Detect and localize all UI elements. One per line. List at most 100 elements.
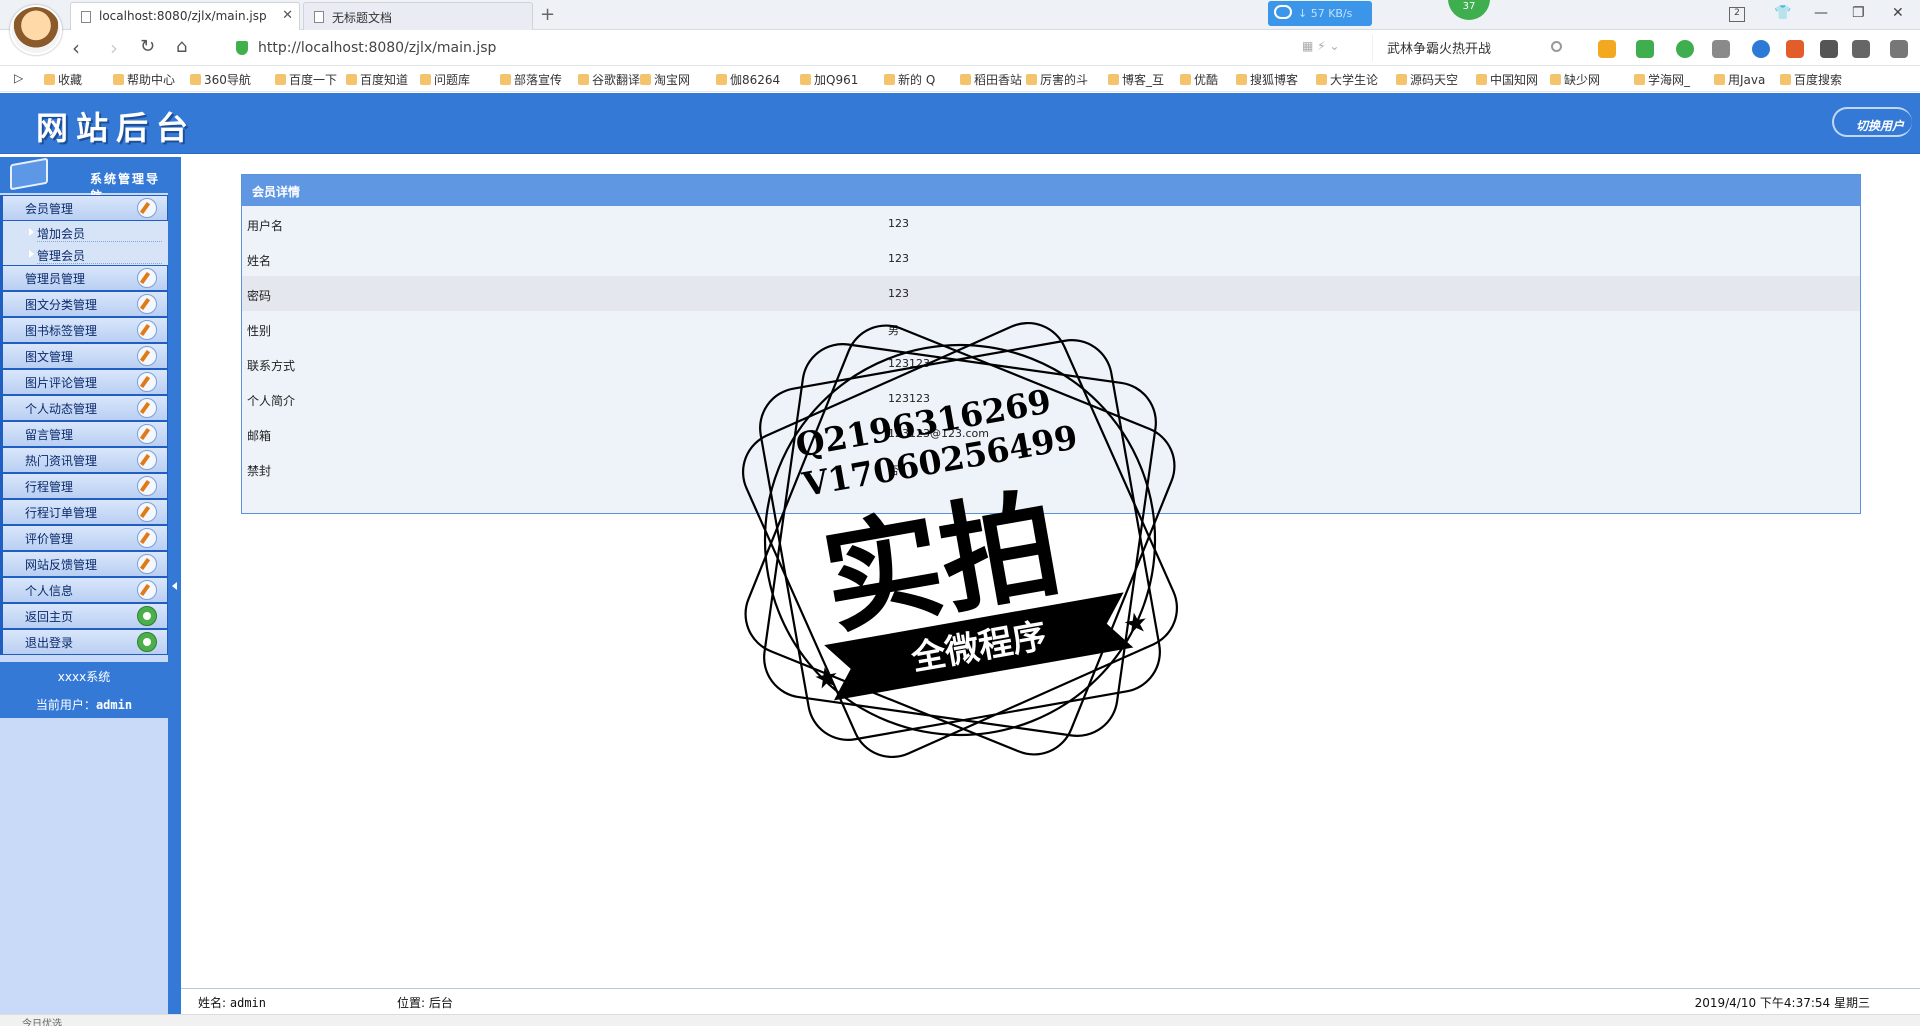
bookmark-icon <box>1476 74 1487 85</box>
bookmark-icon <box>884 74 895 85</box>
footer-location-label: 位置: <box>397 996 426 1010</box>
detail-row: 个人简介 123123 <box>242 381 1860 416</box>
extension-wallet-icon[interactable] <box>1598 40 1616 58</box>
bookmark-item[interactable]: 稻田香站 <box>960 71 1022 88</box>
bookmark-item[interactable]: 学海网_ <box>1634 71 1690 88</box>
star-icon: ★ <box>1120 605 1150 642</box>
qr-lightning-icons[interactable]: ▦ ⚡ ⌄ <box>1302 39 1339 53</box>
current-user-label: 当前用户： <box>35 698 96 712</box>
bookmark-item[interactable]: 收藏 <box>44 71 82 88</box>
sidebar-item[interactable]: 网站反馈管理 <box>0 551 168 577</box>
sidebar-item[interactable]: 返回主页 <box>0 603 168 629</box>
bookmarks-toggle-icon[interactable]: ▷ <box>14 71 23 85</box>
cloud-icon <box>1274 5 1292 19</box>
bookmark-label: 问题库 <box>434 73 471 87</box>
bookmark-item[interactable]: 谷歌翻译 <box>578 71 640 88</box>
status-text: 今日优选 <box>22 1019 62 1026</box>
bookmark-item[interactable]: 新的 Q <box>884 71 935 88</box>
back-button[interactable]: ‹ <box>72 36 80 60</box>
bookmark-item[interactable]: 百度知道 <box>346 71 408 88</box>
bookmark-label: 缺少网 <box>1564 73 1601 87</box>
home-icon[interactable]: ⌂ <box>176 36 187 57</box>
window-count[interactable]: 2 <box>1729 7 1745 22</box>
edit-icon <box>137 580 157 600</box>
edit-icon <box>137 424 157 444</box>
menu-icon[interactable] <box>1890 40 1908 58</box>
tab-main[interactable]: localhost:8080/zjlx/main.jsp ✕ <box>70 2 300 30</box>
bookmark-item[interactable]: 源码天空 <box>1396 71 1458 88</box>
url-field[interactable]: http://localhost:8080/zjlx/main.jsp <box>228 36 1338 61</box>
sidebar-item[interactable]: 图片评论管理 <box>0 369 168 395</box>
bookmark-icon <box>800 74 811 85</box>
sidebar-item[interactable]: 图文管理 <box>0 343 168 369</box>
sidebar-item[interactable]: 行程管理 <box>0 473 168 499</box>
sidebar-item[interactable]: 个人动态管理 <box>0 395 168 421</box>
bookmark-item[interactable]: 缺少网 <box>1550 71 1600 88</box>
network-speed-widget[interactable]: ↓ 57 KB/s <box>1268 1 1372 26</box>
user-avatar[interactable] <box>10 5 62 55</box>
extension-translate-icon[interactable] <box>1636 40 1654 58</box>
sidebar-item[interactable]: 个人信息 <box>0 577 168 603</box>
skin-icon[interactable]: 👕 <box>1774 5 1791 21</box>
sidebar-item[interactable]: 会员管理 <box>0 195 168 221</box>
sidebar-item[interactable]: 热门资讯管理 <box>0 447 168 473</box>
sidebar-item[interactable]: 评价管理 <box>0 525 168 551</box>
extension-search-icon[interactable] <box>1752 40 1770 58</box>
sidebar-item[interactable]: 图书标签管理 <box>0 317 168 343</box>
edit-icon <box>137 372 157 392</box>
bookmark-item[interactable]: 百度搜索 <box>1780 71 1842 88</box>
sidebar-subitem[interactable]: 增加会员 <box>0 221 168 243</box>
forward-button[interactable]: › <box>110 36 118 60</box>
sidebar-item[interactable]: 留言管理 <box>0 421 168 447</box>
bookmark-item[interactable]: 360导航 <box>190 71 251 88</box>
restore-button[interactable]: ❐ <box>1852 5 1865 21</box>
sidebar-item[interactable]: 行程订单管理 <box>0 499 168 525</box>
new-tab-button[interactable]: + <box>540 4 555 25</box>
search-icon[interactable] <box>1551 41 1562 52</box>
undo-icon[interactable] <box>1852 40 1870 58</box>
home-arrow-icon <box>137 606 157 626</box>
bookmark-item[interactable]: 中国知网 <box>1476 71 1538 88</box>
footer-name-label: 姓名: <box>198 996 227 1010</box>
app-header: 网站后台 切换用户 <box>0 93 1920 153</box>
reload-icon[interactable]: ↻ <box>140 36 155 57</box>
extension-scissors-icon[interactable] <box>1676 40 1694 58</box>
browser-search-input[interactable] <box>1387 37 1537 57</box>
extension-phone-icon[interactable] <box>1820 40 1838 58</box>
bookmark-item[interactable]: 优酷 <box>1180 71 1218 88</box>
bookmark-item[interactable]: 百度一下 <box>275 71 337 88</box>
bookmark-item[interactable]: 加Q961 <box>800 71 858 88</box>
bookmark-icon <box>1714 74 1725 85</box>
bookmark-item[interactable]: 搜狐博客 <box>1236 71 1298 88</box>
bookmark-icon <box>640 74 651 85</box>
bookmark-item[interactable]: 大学生论 <box>1316 71 1378 88</box>
bookmark-label: 360导航 <box>204 73 251 87</box>
sidebar-item[interactable]: 图文分类管理 <box>0 291 168 317</box>
bookmark-label: 学海网_ <box>1648 73 1691 87</box>
extension-apps-icon[interactable] <box>1786 40 1804 58</box>
bookmark-item[interactable]: 伽86264 <box>716 71 780 88</box>
switch-user-button[interactable]: 切换用户 <box>1832 107 1912 137</box>
sidebar-item[interactable]: 退出登录 <box>0 629 168 655</box>
close-window-button[interactable]: ✕ <box>1892 5 1904 21</box>
bookmark-item[interactable]: 博客_互 <box>1108 71 1164 88</box>
sidebar-subitem[interactable]: 管理会员 <box>0 243 168 265</box>
minimize-button[interactable]: — <box>1814 5 1828 21</box>
bookmark-item[interactable]: 部落宣传 <box>500 71 562 88</box>
sidebar-item[interactable]: 管理员管理 <box>0 265 168 291</box>
bookmark-icon <box>1108 74 1119 85</box>
extension-image-icon[interactable] <box>1712 40 1730 58</box>
bookmark-item[interactable]: 淘宝网 <box>640 71 690 88</box>
bookmark-item[interactable]: 帮助中心 <box>113 71 175 88</box>
bookmark-item[interactable]: 问题库 <box>420 71 470 88</box>
collapse-sidebar-icon[interactable] <box>172 582 177 590</box>
bookmark-label: 中国知网 <box>1490 73 1539 87</box>
detail-value: 123 <box>888 217 909 230</box>
bookmark-label: 谷歌翻译 <box>592 73 641 87</box>
close-tab-icon[interactable]: ✕ <box>282 8 293 23</box>
notification-badge[interactable]: 37 <box>1448 0 1490 20</box>
bookmark-item[interactable]: 用Java <box>1714 71 1765 88</box>
bookmark-item[interactable]: 厉害的斗 <box>1026 71 1088 88</box>
edit-icon <box>137 476 157 496</box>
tab-untitled[interactable]: 无标题文档 <box>303 2 533 30</box>
